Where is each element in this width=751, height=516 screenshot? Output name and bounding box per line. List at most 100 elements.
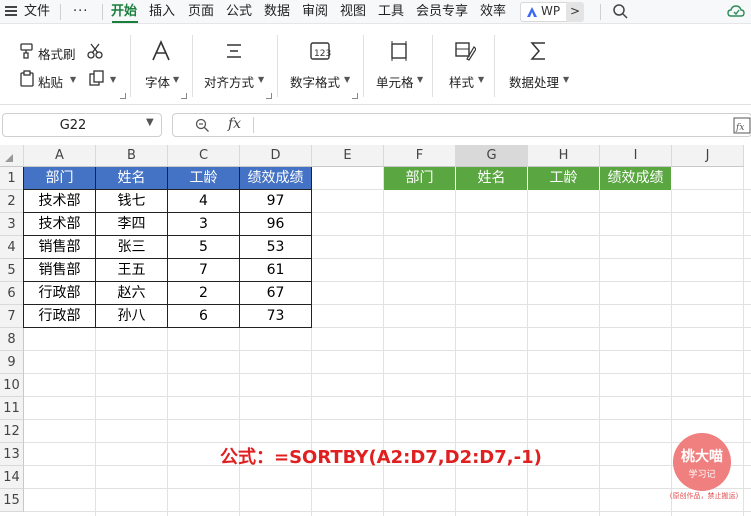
table-cell[interactable]: 53 bbox=[240, 236, 312, 259]
table-cell[interactable]: 5 bbox=[168, 236, 240, 259]
number-format-button[interactable]: 数字格式 bbox=[290, 72, 340, 91]
dialog-launcher-icon[interactable] bbox=[120, 93, 126, 99]
chevron-down-icon[interactable]: ▼ bbox=[110, 75, 116, 84]
column-header-d[interactable]: D bbox=[240, 145, 312, 167]
paste-button[interactable]: 粘贴 bbox=[38, 72, 63, 91]
table-cell[interactable]: 3 bbox=[168, 213, 240, 236]
table-cell[interactable]: 张三 bbox=[96, 236, 168, 259]
format-painter-button[interactable]: 格式刷 bbox=[38, 44, 76, 63]
column-header-a[interactable]: A bbox=[24, 145, 96, 167]
table-cell[interactable]: 73 bbox=[240, 305, 312, 328]
table-cell[interactable]: 行政部 bbox=[24, 282, 96, 305]
table-cell[interactable]: 销售部 bbox=[24, 236, 96, 259]
align-button[interactable]: 对齐方式 bbox=[204, 72, 254, 91]
row-header-4[interactable]: 4 bbox=[0, 236, 24, 259]
column-header-e[interactable]: E bbox=[312, 145, 384, 167]
row-header-15[interactable]: 15 bbox=[0, 489, 24, 512]
table-header-cell[interactable]: 绩效成绩 bbox=[240, 167, 312, 190]
row-header-11[interactable]: 11 bbox=[0, 397, 24, 420]
dialog-launcher-icon[interactable] bbox=[266, 93, 272, 99]
column-header-c[interactable]: C bbox=[168, 145, 240, 167]
zoom-icon[interactable] bbox=[195, 118, 210, 133]
name-box[interactable]: G22 ▼ bbox=[2, 113, 162, 137]
result-header-cell[interactable]: 绩效成绩 bbox=[600, 167, 672, 190]
dialog-launcher-icon[interactable] bbox=[352, 93, 358, 99]
select-all-corner[interactable] bbox=[0, 145, 24, 167]
wps-ai-button[interactable]: WP bbox=[520, 2, 570, 22]
expand-formula-icon[interactable]: fx bbox=[733, 117, 751, 134]
table-header-cell[interactable]: 姓名 bbox=[96, 167, 168, 190]
tab-view[interactable]: 视图 bbox=[340, 3, 366, 21]
column-header-f[interactable]: F bbox=[384, 145, 456, 167]
row-header-2[interactable]: 2 bbox=[0, 190, 24, 213]
chevron-down-icon[interactable]: ▼ bbox=[417, 75, 423, 84]
table-cell[interactable]: 孙八 bbox=[96, 305, 168, 328]
tab-data[interactable]: 数据 bbox=[264, 3, 290, 21]
table-cell[interactable]: 4 bbox=[168, 190, 240, 213]
chevron-down-icon[interactable]: ▼ bbox=[478, 75, 484, 84]
table-cell[interactable]: 6 bbox=[168, 305, 240, 328]
column-header-h[interactable]: H bbox=[528, 145, 600, 167]
chevron-down-icon[interactable]: ▼ bbox=[563, 75, 569, 84]
tab-member[interactable]: 会员专享 bbox=[416, 3, 468, 21]
tab-page[interactable]: 页面 bbox=[188, 3, 214, 21]
table-cell[interactable]: 61 bbox=[240, 259, 312, 282]
data-process-button[interactable]: 数据处理 bbox=[509, 72, 559, 91]
table-cell[interactable]: 技术部 bbox=[24, 213, 96, 236]
row-header-5[interactable]: 5 bbox=[0, 259, 24, 282]
column-header-b[interactable]: B bbox=[96, 145, 168, 167]
table-header-cell[interactable]: 部门 bbox=[24, 167, 96, 190]
search-icon[interactable] bbox=[612, 3, 628, 19]
chevron-down-icon[interactable]: ▼ bbox=[173, 75, 179, 84]
font-button[interactable]: 字体 bbox=[145, 72, 170, 91]
column-header-j[interactable]: J bbox=[672, 145, 744, 167]
copy-icon[interactable] bbox=[88, 70, 106, 88]
chevron-down-icon[interactable]: ▼ bbox=[258, 75, 264, 84]
tab-review[interactable]: 审阅 bbox=[302, 3, 328, 21]
menu-file[interactable]: 文件 bbox=[24, 3, 50, 21]
tab-efficiency[interactable]: 效率 bbox=[480, 3, 506, 21]
dialog-launcher-icon[interactable] bbox=[181, 93, 187, 99]
column-header-i[interactable]: I bbox=[600, 145, 672, 167]
tab-formula[interactable]: 公式 bbox=[226, 3, 252, 21]
table-cell[interactable]: 7 bbox=[168, 259, 240, 282]
result-header-cell[interactable]: 工龄 bbox=[528, 167, 600, 190]
tab-insert[interactable]: 插入 bbox=[149, 3, 175, 21]
table-cell[interactable]: 97 bbox=[240, 190, 312, 213]
row-header-12[interactable]: 12 bbox=[0, 420, 24, 443]
more-menu[interactable]: ··· bbox=[73, 3, 88, 21]
menu-icon[interactable] bbox=[5, 6, 17, 16]
row-header-1[interactable]: 1 bbox=[0, 167, 24, 190]
row-header-10[interactable]: 10 bbox=[0, 374, 24, 397]
table-cell[interactable]: 李四 bbox=[96, 213, 168, 236]
cell-button[interactable]: 单元格 bbox=[376, 72, 414, 91]
tab-tools[interactable]: 工具 bbox=[378, 3, 404, 21]
chevron-down-icon[interactable]: ▼ bbox=[344, 75, 350, 84]
cloud-sync-icon[interactable] bbox=[727, 3, 745, 19]
style-button[interactable]: 样式 bbox=[449, 72, 474, 91]
table-cell[interactable]: 67 bbox=[240, 282, 312, 305]
result-header-cell[interactable]: 姓名 bbox=[456, 167, 528, 190]
table-header-cell[interactable]: 工龄 bbox=[168, 167, 240, 190]
row-header-9[interactable]: 9 bbox=[0, 351, 24, 374]
row-header-14[interactable]: 14 bbox=[0, 466, 24, 489]
row-header-13[interactable]: 13 bbox=[0, 443, 24, 466]
row-header-8[interactable]: 8 bbox=[0, 328, 24, 351]
fx-icon[interactable]: fx bbox=[228, 116, 241, 132]
table-cell[interactable]: 王五 bbox=[96, 259, 168, 282]
table-cell[interactable]: 赵六 bbox=[96, 282, 168, 305]
chevron-right-icon[interactable]: > bbox=[566, 2, 584, 22]
row-header-3[interactable]: 3 bbox=[0, 213, 24, 236]
table-cell[interactable]: 技术部 bbox=[24, 190, 96, 213]
chevron-down-icon[interactable]: ▼ bbox=[70, 75, 76, 84]
row-header-7[interactable]: 7 bbox=[0, 305, 24, 328]
table-cell[interactable]: 96 bbox=[240, 213, 312, 236]
table-cell[interactable]: 钱七 bbox=[96, 190, 168, 213]
table-cell[interactable]: 行政部 bbox=[24, 305, 96, 328]
chevron-down-icon[interactable]: ▼ bbox=[146, 117, 154, 128]
row-header-6[interactable]: 6 bbox=[0, 282, 24, 305]
result-header-cell[interactable]: 部门 bbox=[384, 167, 456, 190]
tab-home[interactable]: 开始 bbox=[111, 3, 137, 21]
column-header-g[interactable]: G bbox=[456, 145, 528, 167]
formula-input[interactable]: fx fx bbox=[172, 113, 751, 137]
